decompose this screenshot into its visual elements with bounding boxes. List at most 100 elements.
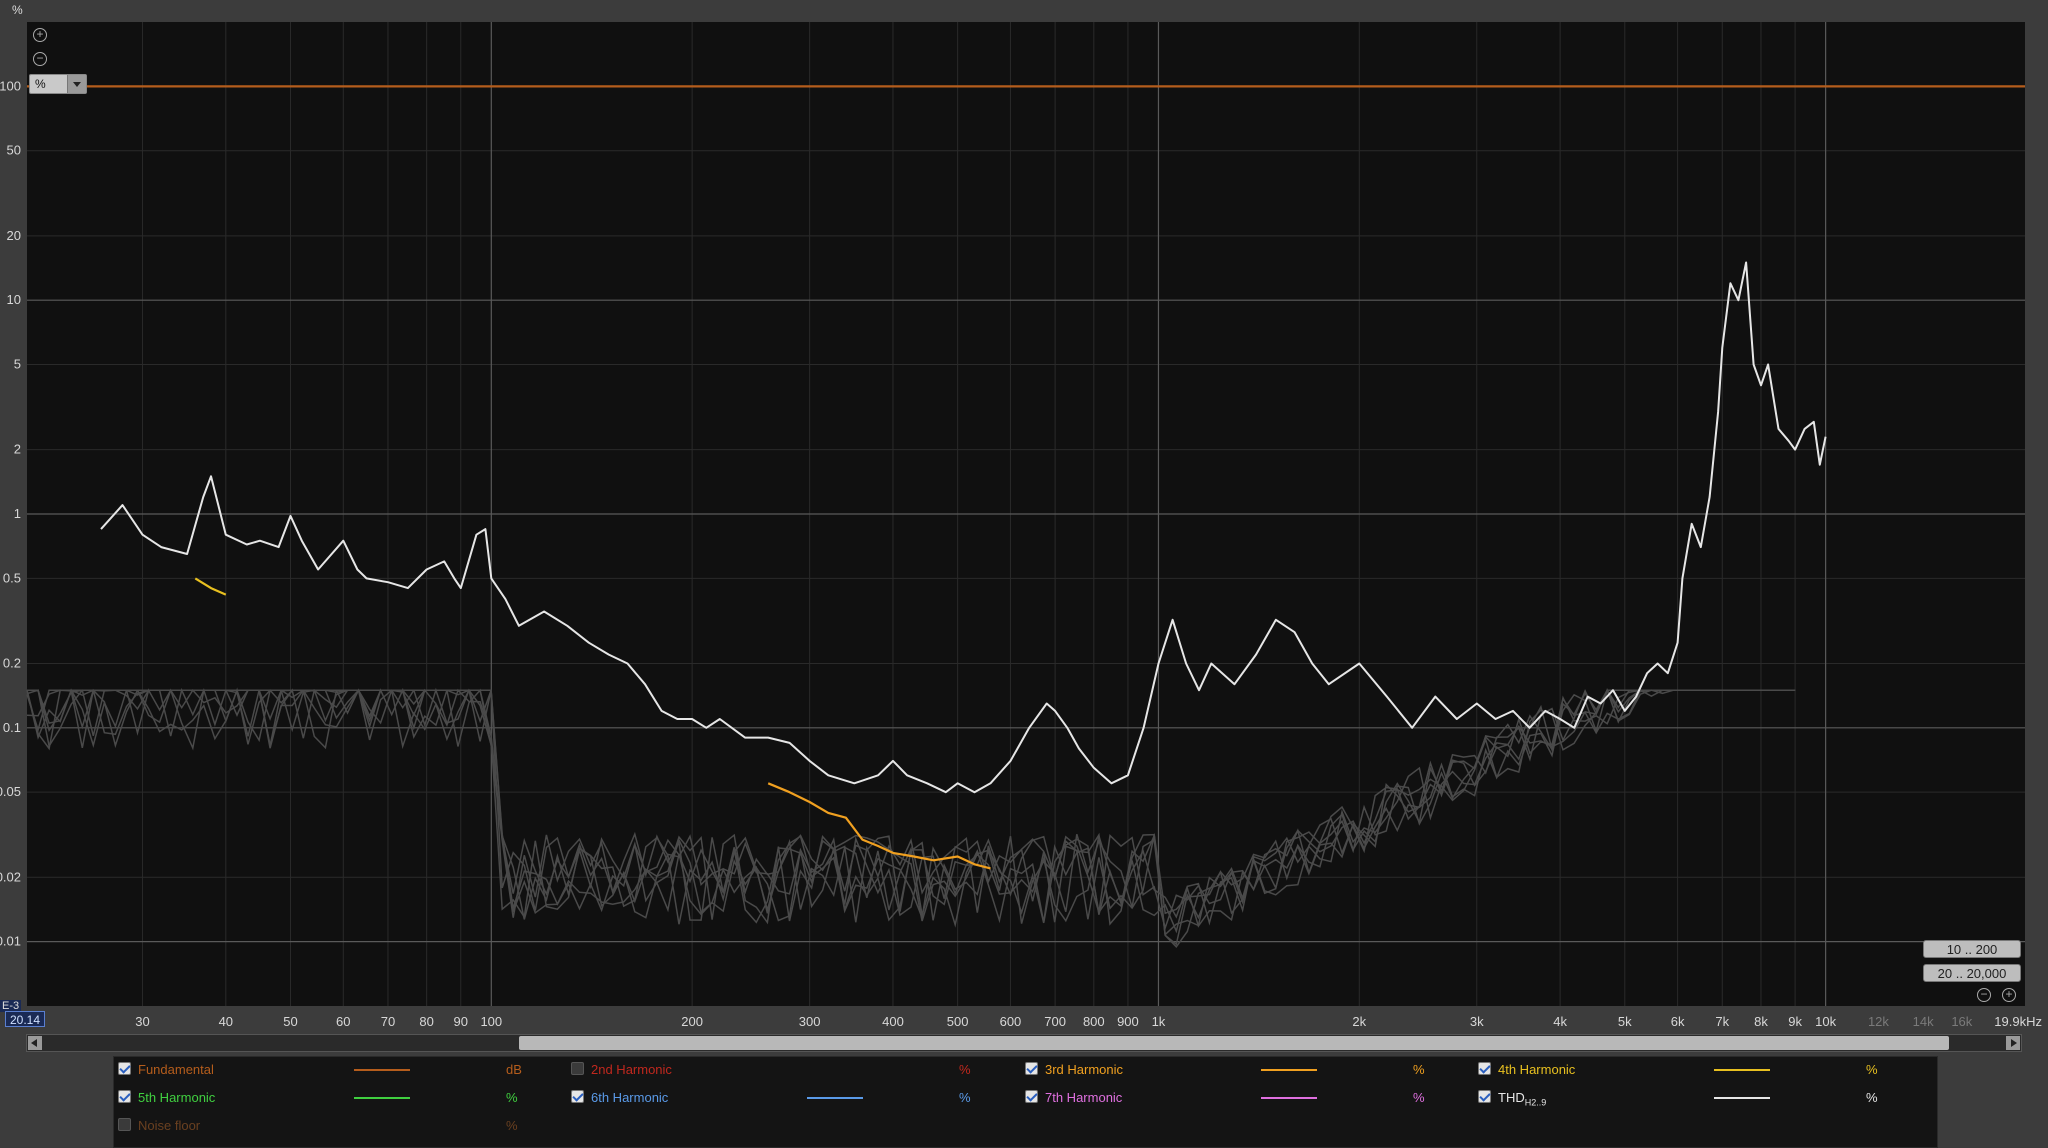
x-tick-label: 200 [681,1014,703,1029]
x-tick-label: 16k [1951,1014,1972,1029]
scrollbar-thumb[interactable] [519,1036,1949,1050]
3rd-harmonic-checkbox[interactable] [1025,1062,1038,1075]
legend-unit: dB [506,1062,522,1077]
x-tick-label: 90 [454,1014,468,1029]
legend-unit: % [959,1062,971,1077]
zoom-in-x-icon[interactable]: + [2002,988,2016,1002]
legend-item-2nd-harmonic[interactable]: 2nd Harmonic % [567,1059,1017,1081]
x-tick-label: 5k [1618,1014,1632,1029]
x-tick-label: 70 [381,1014,395,1029]
x-tick-label: 100 [480,1014,502,1029]
legend-item-3rd-harmonic[interactable]: 3rd Harmonic % [1021,1059,1471,1081]
y-tick-label: 0.1 [3,720,21,735]
x-tick-label: 500 [947,1014,969,1029]
legend-swatch [807,1097,863,1099]
x-tick-label: 600 [1000,1014,1022,1029]
x-tick-label: 800 [1083,1014,1105,1029]
y-tick-label: 5 [14,357,21,372]
x-tick-label: 40 [219,1014,233,1029]
y-axis-unit-label: % [12,3,23,17]
legend-name: 4th Harmonic [1498,1062,1576,1077]
legend-item-5th-harmonic[interactable]: 5th Harmonic % [114,1087,564,1109]
legend-item-noise-floor[interactable]: Noise floor % [114,1115,564,1137]
x-tick-label: 9k [1788,1014,1802,1029]
legend-unit: % [506,1118,518,1133]
thd-subscript: H2..9 [1524,1097,1547,1108]
legend-unit: % [1866,1090,1878,1105]
5th-harmonic-checkbox[interactable] [118,1090,131,1103]
y-tick-label: 50 [7,143,21,158]
legend-name: 6th Harmonic [591,1090,669,1105]
y-tick-label: 1 [14,506,21,521]
x-tick-label: 80 [419,1014,433,1029]
legend-name: Fundamental [138,1062,214,1077]
legend-name: 3rd Harmonic [1045,1062,1124,1077]
legend-swatch [354,1097,410,1099]
4th-harmonic-checkbox[interactable] [1478,1062,1491,1075]
y-tick-label: 10 [7,292,21,307]
legend-unit: % [1413,1062,1425,1077]
legend-swatch [1261,1069,1317,1071]
x-tick-label: 4k [1553,1014,1567,1029]
legend-item-6th-harmonic[interactable]: 6th Harmonic % [567,1087,1017,1109]
legend-unit: % [1866,1062,1878,1077]
x-tick-label: 19.9kHz [1994,1014,2042,1029]
y-tick-label: 0.2 [3,655,21,670]
x-tick-label: 3k [1470,1014,1484,1029]
y-axis-tick-labels: 100 50 20 10 5 2 1 0.5 0.2 0.1 0.05 0.02 0.01 [0,78,21,948]
y-tick-label: 100 [0,78,21,93]
x-tick-label: 400 [882,1014,904,1029]
x-tick-label: 6k [1671,1014,1685,1029]
zoom-out-x-icon[interactable]: − [1977,988,1991,1002]
y-unit-dropdown[interactable]: % [29,74,87,94]
2nd-harmonic-checkbox[interactable] [571,1062,584,1075]
y-tick-label: 0.01 [0,934,21,949]
6th-harmonic-checkbox[interactable] [571,1090,584,1103]
x-tick-label: 700 [1044,1014,1066,1029]
legend-name: 5th Harmonic [138,1090,216,1105]
7th-harmonic-checkbox[interactable] [1025,1090,1038,1103]
scroll-right-icon[interactable] [2006,1036,2020,1050]
x-tick-label: 10k [1815,1014,1836,1029]
y-tick-label: 2 [14,442,21,457]
legend-item-4th-harmonic[interactable]: 4th Harmonic % [1474,1059,1924,1081]
noise-floor-checkbox[interactable] [118,1118,131,1131]
range-10-200-button[interactable]: 10 .. 200 [1923,940,2021,958]
y-tick-label: 0.5 [3,570,21,585]
range-20-20000-button[interactable]: 20 .. 20,000 [1923,964,2021,982]
x-tick-label: 7k [1715,1014,1729,1029]
legend-unit: % [1413,1090,1425,1105]
thd-label: THD [1498,1090,1525,1105]
x-tick-label: 1k [1152,1014,1166,1029]
x-tick-label: 8k [1754,1014,1768,1029]
legend-name: 7th Harmonic [1045,1090,1123,1105]
x-tick-label: 50 [283,1014,297,1029]
legend-swatch [1714,1069,1770,1071]
legend-name: 2nd Harmonic [591,1062,672,1077]
harmonic-distortion-chart[interactable]: 30 40 50 60 70 80 90 100 200 300 400 500 600 700 800 90… [0,0,2048,1148]
legend-item-7th-harmonic[interactable]: 7th Harmonic % [1021,1087,1471,1109]
horizontal-scrollbar[interactable] [26,1034,2022,1052]
x-tick-label: 14k [1913,1014,1934,1029]
cursor-x-readout: 20.14 [5,1011,45,1027]
scroll-left-icon[interactable] [28,1036,42,1050]
zoom-out-icon[interactable]: − [33,52,47,66]
x-tick-label: 12k [1868,1014,1889,1029]
y-tick-label: 0.05 [0,784,21,799]
thd-checkbox[interactable] [1478,1090,1491,1103]
legend-name: THDH2..9 [1498,1090,1546,1108]
x-tick-label: 30 [135,1014,149,1029]
chevron-down-icon[interactable] [67,75,86,93]
legend-name: Noise floor [138,1118,201,1133]
legend-item-fundamental[interactable]: Fundamental dB [114,1059,564,1081]
zoom-in-icon[interactable]: + [33,28,47,42]
legend-swatch [1261,1097,1317,1099]
legend-swatch [1714,1097,1770,1099]
y-tick-label: 0.02 [0,869,21,884]
legend-panel: Fundamental dB 2nd Harmonic % 3rd Harmon… [113,1056,1938,1148]
x-tick-label: 900 [1117,1014,1139,1029]
x-tick-label: 300 [799,1014,821,1029]
fundamental-checkbox[interactable] [118,1062,131,1075]
legend-item-thd[interactable]: THDH2..9 % [1474,1087,1924,1109]
x-axis-tick-labels: 30 40 50 60 70 80 90 100 200 300 400 500 600 700 800 90… [135,1014,2042,1029]
